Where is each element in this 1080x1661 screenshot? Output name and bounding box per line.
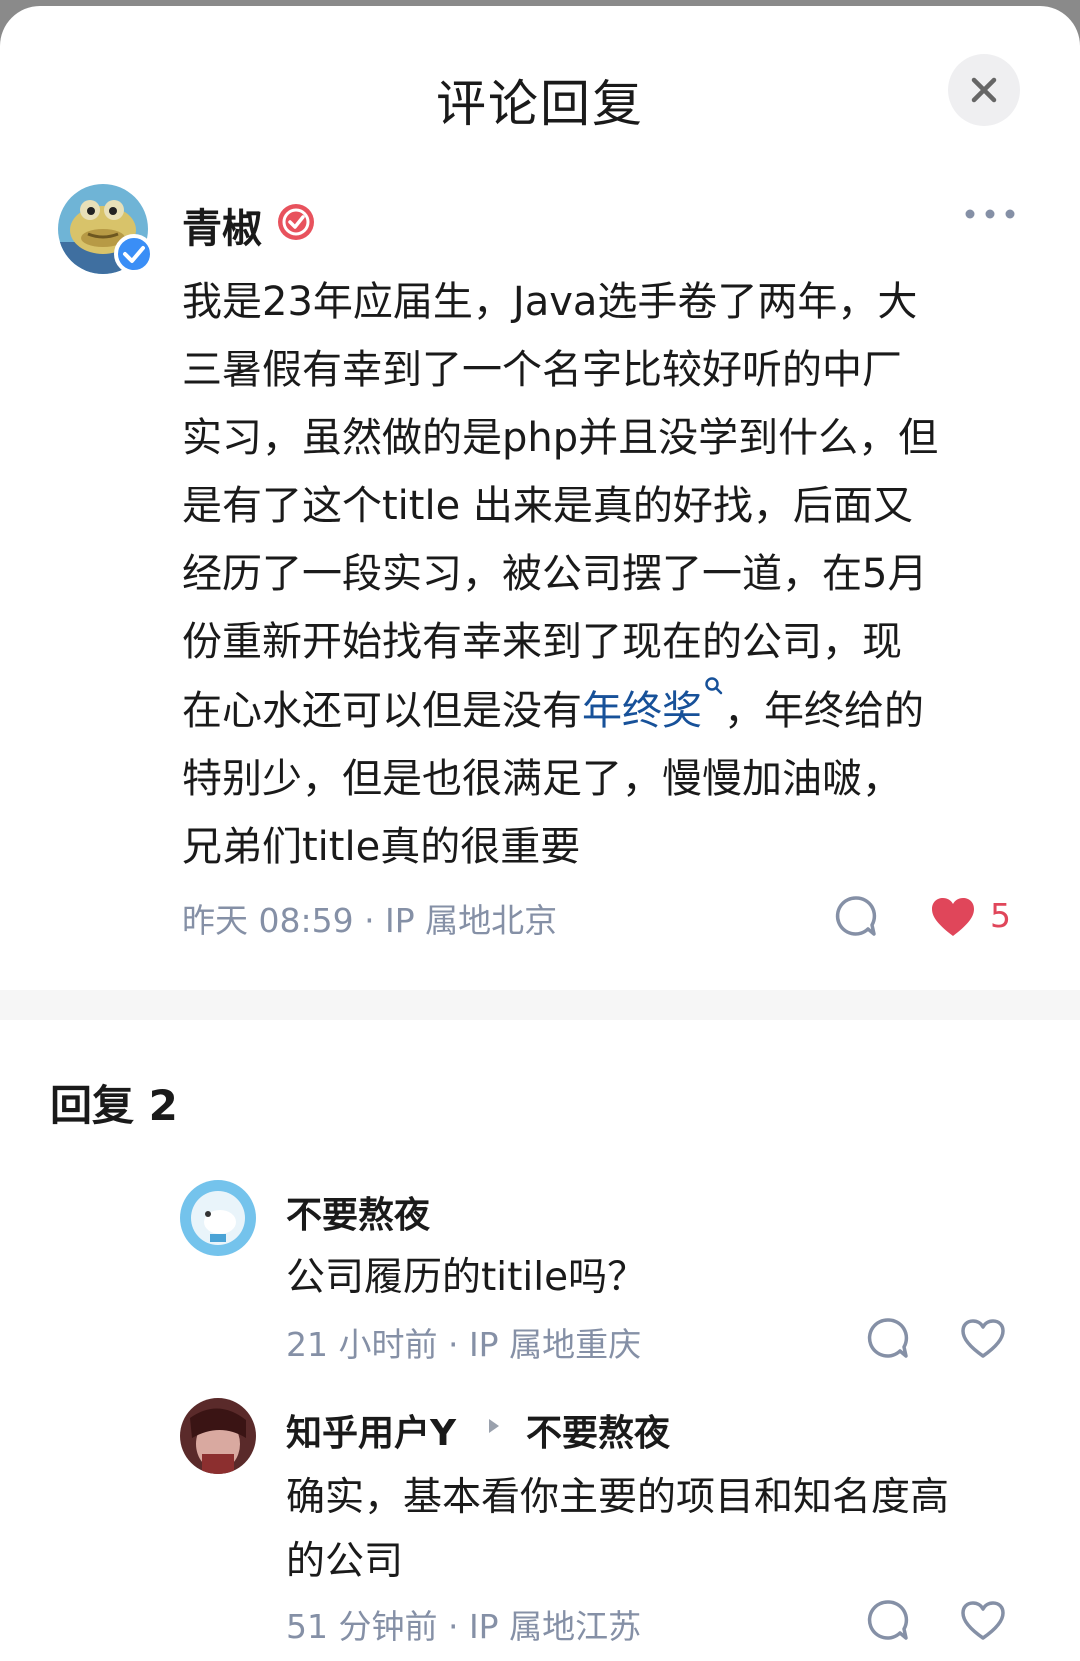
replies-title: 回复 2 (50, 1081, 178, 1130)
section-divider (0, 990, 1080, 1020)
comment-line: 是有了这个title 出来是真的好找，后面又 (182, 483, 913, 529)
reply-meta: 51 分钟前 · IP 属地江苏 (286, 1607, 642, 1646)
keyword-link[interactable]: 年终奖 (582, 677, 724, 734)
more-icon[interactable] (962, 202, 1018, 226)
comment-reply-sheet: 评论回复 青椒 我是23年应届生，Java选手卷了两年，大 三暑假有幸到了一个名… (0, 6, 1080, 1661)
reply-line: 公司履历的titile吗？ (286, 1255, 647, 1300)
keyword-text: 年终奖 (582, 688, 702, 734)
verified-badge-icon (114, 234, 154, 274)
reply-text: 公司履历的titile吗？ (286, 1246, 1026, 1310)
comment-icon[interactable] (866, 1598, 910, 1642)
comment-icon[interactable] (834, 894, 878, 938)
comment-line: 在心水还可以但是没有年终奖 ，年终给的 (182, 676, 1032, 745)
medal-badge-icon (278, 204, 314, 240)
arrow-right-icon (489, 1419, 499, 1433)
reply-line: 的公司 (286, 1539, 404, 1584)
comment-text: 我是23年应届生，Java选手卷了两年，大 三暑假有幸到了一个名字比较好听的中厂… (182, 268, 1032, 881)
heart-outline-icon[interactable] (960, 1318, 1006, 1360)
comment-meta: 昨天 08:59 · IP 属地北京 (182, 901, 558, 940)
comment-line: 实习，虽然做的是php并且没学到什么，但 (182, 415, 939, 461)
comment-line: 我是23年应届生，Java选手卷了两年，大 (182, 279, 918, 325)
comment-line-segment: ，年终给的 (724, 688, 924, 734)
comment-line: 经历了一段实习，被公司摆了一道，在5月 (182, 551, 928, 597)
comment-line: 特别少，但是也很满足了，慢慢加油啵， (182, 756, 902, 802)
reply-avatar[interactable] (180, 1180, 256, 1256)
heart-filled-icon[interactable] (930, 896, 976, 938)
heart-outline-icon[interactable] (960, 1600, 1006, 1642)
comment-line: 份重新开始找有幸来到了现在的公司，现 (182, 619, 902, 665)
reply-to-name[interactable]: 不要熬夜 (526, 1404, 670, 1456)
search-icon (705, 677, 723, 695)
reply-meta: 21 小时前 · IP 属地重庆 (286, 1325, 642, 1364)
comment-line: 三暑假有幸到了一个名字比较好听的中厂 (182, 347, 902, 393)
reply-author-name[interactable]: 不要熬夜 (286, 1186, 430, 1238)
page-title: 评论回复 (436, 75, 644, 133)
author-name[interactable]: 青椒 (182, 196, 262, 254)
reply-avatar[interactable] (180, 1398, 256, 1474)
like-count: 5 (990, 896, 1011, 935)
reply-line: 确实，基本看你主要的项目和知名度高 (286, 1475, 950, 1520)
close-button[interactable] (948, 54, 1020, 126)
reply-text: 确实，基本看你主要的项目和知名度高 的公司 (286, 1466, 1026, 1594)
comment-icon[interactable] (866, 1316, 910, 1360)
comment-line: 兄弟们title真的很重要 (182, 824, 581, 870)
comment-line-segment: 在心水还可以但是没有 (182, 688, 582, 734)
reply-author-name[interactable]: 知乎用户Y (286, 1404, 456, 1456)
close-icon (971, 77, 997, 103)
author-avatar[interactable] (58, 184, 154, 274)
